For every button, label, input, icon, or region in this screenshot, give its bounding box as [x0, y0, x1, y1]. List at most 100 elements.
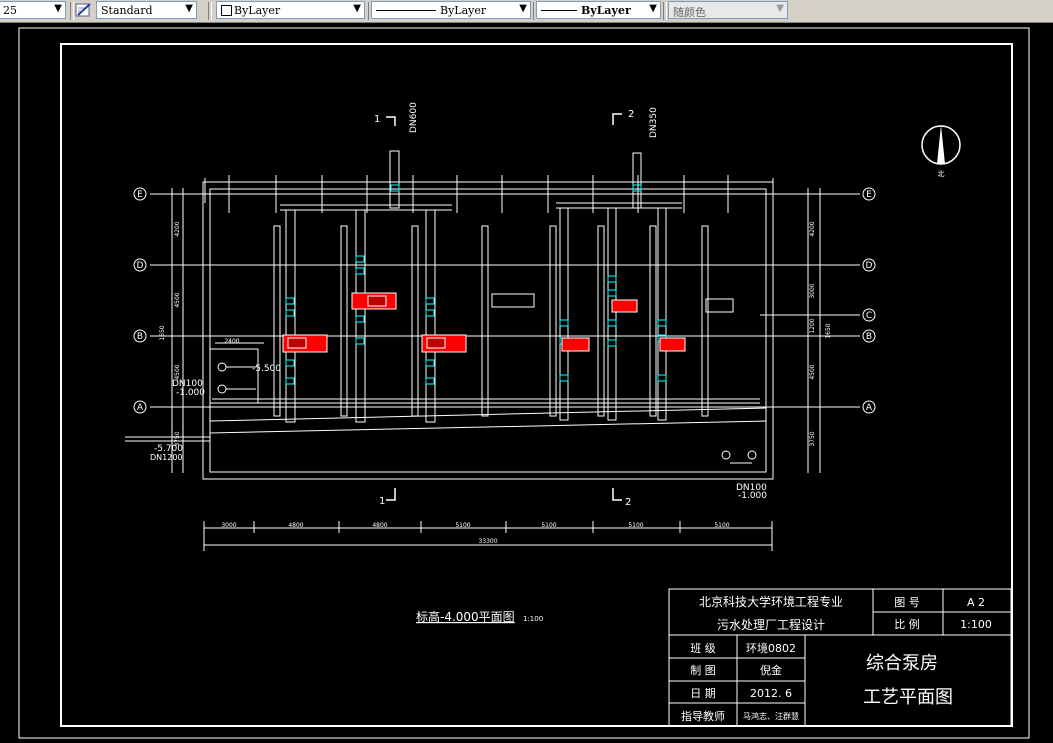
elevation-label: -5.500 [252, 364, 281, 374]
dim-label: 5100 [455, 522, 470, 529]
section-label: 1 [379, 496, 385, 507]
dn-label: DN1200 [150, 453, 183, 462]
drawing-no: A 2 [967, 596, 985, 609]
chevron-down-icon: ▼ [776, 3, 784, 14]
axis-labels: E E D D B B A A C [137, 190, 873, 413]
dim-label: 1650 [159, 325, 166, 340]
lineweight-sample-icon [541, 10, 577, 11]
pipe-labels: DN600 DN350 [409, 102, 659, 138]
dim-label: 3000 [221, 522, 236, 529]
chevron-down-icon[interactable]: ▼ [185, 3, 193, 14]
north-label: 北 [938, 170, 945, 178]
axis-label: C [866, 311, 872, 321]
drawing-name-line1: 综合泵房 [866, 653, 938, 674]
dim-label: 1650 [825, 323, 832, 338]
advisor-label: 指导教师 [681, 709, 725, 723]
column-marks [228, 175, 729, 417]
dim-label: 3750 [809, 431, 816, 446]
axis-label: A [137, 403, 144, 413]
elevation-label: -1.000 [738, 491, 767, 501]
axis-label: A [866, 403, 873, 413]
cad-drawing[interactable]: E E D D B B A A C 1 2 1 2 DN600 DN350 DN… [0, 23, 1053, 739]
scale-value: 25 [3, 4, 17, 17]
date-label: 日 期 [690, 687, 716, 700]
linetype-value: ByLayer [440, 4, 487, 17]
date-value: 2012. 6 [750, 687, 792, 700]
pipe-valves [285, 184, 667, 385]
class-label: 班 级 [690, 642, 716, 655]
drawing-no-label: 图 号 [894, 596, 920, 609]
section-label: 2 [628, 109, 634, 120]
dimension-texts: 4200 4500 1650 4500 3750 4200 3000 1200 … [159, 221, 832, 545]
axis-label: E [137, 190, 143, 200]
dim-label: 4500 [809, 364, 816, 379]
advisor-value: 马鸿志、汪群慧 [743, 711, 799, 721]
dim-label: 5100 [628, 522, 643, 529]
lineweight-combo[interactable]: ByLayer ▼ [536, 1, 661, 19]
class-value: 环境0802 [746, 641, 796, 655]
color-swatch-icon [221, 5, 232, 16]
inner-frame [60, 43, 1013, 727]
title-block [668, 588, 1012, 727]
text-style-value: Standard [101, 4, 153, 17]
chevron-down-icon[interactable]: ▼ [353, 3, 361, 14]
sump-equipment [125, 348, 757, 464]
dim-label: 3000 [809, 283, 816, 298]
building-walls [150, 178, 860, 480]
drafter-label: 制 图 [690, 664, 716, 677]
axis-label: B [137, 332, 143, 342]
dim-label: 4200 [174, 221, 181, 236]
chevron-down-icon[interactable]: ▼ [649, 3, 657, 14]
drafter-value: 倪金 [760, 663, 782, 677]
plan-title: 标高-4.000平面图 [416, 609, 515, 624]
toolbar-separator [70, 2, 74, 20]
text-style-icon[interactable] [75, 2, 93, 19]
dim-label: 4800 [288, 522, 303, 529]
pipe-dn-label: DN350 [649, 107, 659, 138]
dim-label: 4500 [174, 292, 181, 307]
scale-label: 比 例 [894, 617, 920, 631]
north-arrow-icon: 北 [921, 125, 961, 178]
dim-label: 4800 [372, 522, 387, 529]
outer-frame [18, 27, 1030, 739]
linetype-sample-icon [376, 10, 436, 11]
color-combo[interactable]: ByLayer ▼ [216, 1, 365, 19]
toolbar-separator [663, 2, 667, 20]
dim-label: 1200 [809, 318, 816, 333]
section-label: 1 [374, 114, 380, 125]
plan-scale: 1:100 [523, 615, 543, 623]
elevation-label: -1.000 [176, 388, 205, 398]
axis-label: D [137, 261, 144, 271]
dim-label: 4500 [174, 364, 181, 379]
toolbar-separator [208, 2, 212, 20]
section-label: 2 [625, 497, 631, 508]
dim-label: 3750 [174, 431, 181, 446]
properties-toolbar: 25 ▼ Standard ▼ ByLayer ▼ ByLayer ▼ ByLa… [0, 0, 1053, 23]
lineweight-value: ByLayer [581, 4, 631, 17]
axis-label: B [866, 332, 872, 342]
dim-label: 5100 [714, 522, 729, 529]
school-name: 北京科技大学环境工程专业 [699, 594, 843, 609]
axis-label: D [866, 261, 873, 271]
linetype-combo[interactable]: ByLayer ▼ [371, 1, 531, 19]
section-labels: 1 2 1 2 [374, 109, 634, 508]
plot-style-combo: 随颜色 ▼ [668, 1, 788, 19]
drawing-canvas[interactable]: E E D D B B A A C 1 2 1 2 DN600 DN350 DN… [0, 23, 1053, 739]
pumps [282, 292, 686, 353]
axis-bubbles [133, 187, 876, 414]
color-value: ByLayer [234, 4, 281, 17]
dim-label: 4200 [809, 221, 816, 236]
chevron-down-icon[interactable]: ▼ [54, 3, 62, 14]
drawing-name-line2: 工艺平面图 [863, 687, 953, 708]
dim-total: 33300 [478, 538, 497, 545]
dim-label: 5100 [541, 522, 556, 529]
chevron-down-icon[interactable]: ▼ [519, 3, 527, 14]
text-style-combo[interactable]: Standard ▼ [96, 1, 197, 19]
scale-value: 1:100 [960, 618, 992, 631]
dim-label: 2400 [224, 338, 239, 345]
pipe-dn-label: DN600 [409, 102, 419, 133]
scale-combo[interactable]: 25 ▼ [0, 1, 66, 19]
project-name: 污水处理厂工程设计 [717, 617, 825, 632]
plot-style-value: 随颜色 [673, 6, 706, 19]
axis-label: E [866, 190, 872, 200]
